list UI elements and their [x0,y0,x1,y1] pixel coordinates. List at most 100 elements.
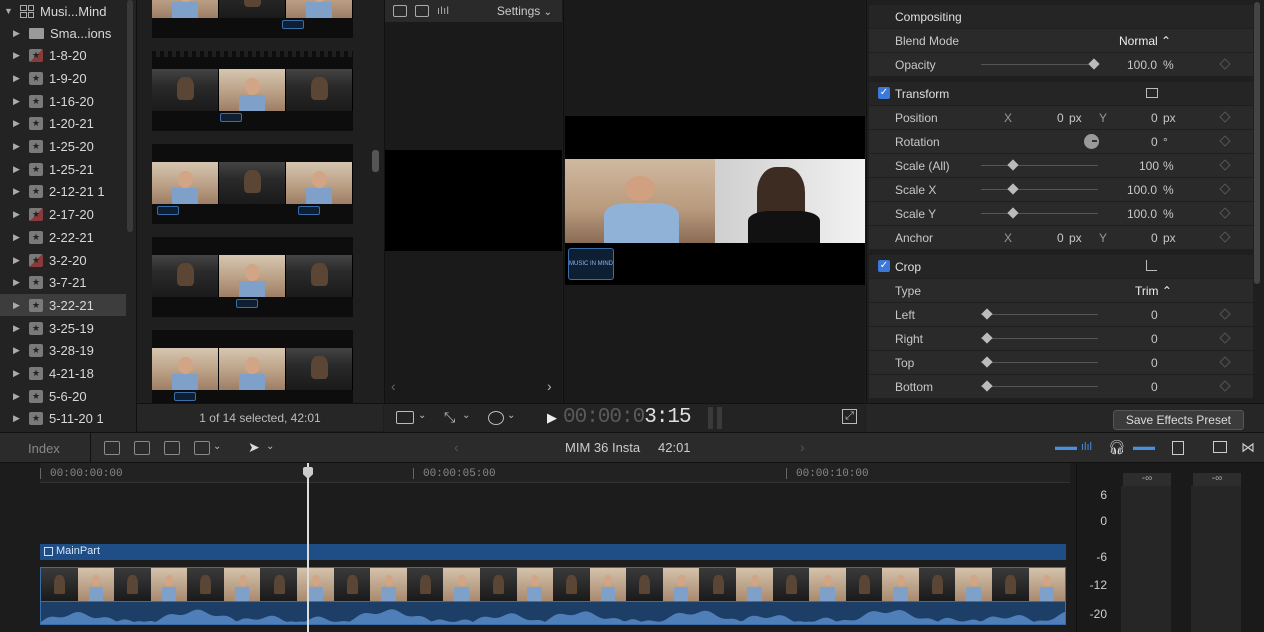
library-row[interactable]: ▼ Musi...Mind [0,0,126,22]
browser-clip[interactable] [152,0,353,38]
disclosure-closed-icon[interactable]: ▶ [13,345,23,356]
transform-tool-icon[interactable]: ⤡ [444,409,455,426]
disclosure-closed-icon[interactable]: ▶ [13,28,23,39]
disclosure-closed-icon[interactable]: ▶ [13,96,23,107]
sidebar-folder[interactable]: ▶ Sma...ions [0,22,126,44]
index-button[interactable]: Index [28,441,60,456]
crop-header[interactable]: ✓ Crop [869,255,1253,278]
crop-bottom-slider[interactable] [981,380,1098,392]
sidebar-event[interactable]: ▶ ★ 3-7-21 [0,272,126,294]
sidebar-event[interactable]: ▶ ★ 1-25-21 [0,158,126,180]
connect-clip-icon[interactable] [104,441,120,455]
keyframe-icon[interactable] [1219,135,1231,147]
crop-bottom-value[interactable]: 0 [1151,380,1158,394]
history-forward-icon[interactable]: › [800,439,805,455]
transform-onscreen-icon[interactable] [1146,88,1158,98]
crop-onscreen-icon[interactable] [1146,260,1157,271]
keyframe-icon[interactable] [1219,183,1231,195]
crop-left-slider[interactable] [981,308,1098,320]
sidebar-event[interactable]: ▶ ★ 3-22-21 [0,294,126,317]
snapping-icon[interactable]: ▬▬ [1133,441,1155,453]
keyframe-icon[interactable] [1219,111,1231,123]
browser-clip[interactable] [152,144,353,224]
disclosure-closed-icon[interactable]: ▶ [13,232,23,243]
slider-knob[interactable] [1007,159,1019,171]
viewer[interactable]: MUSIC IN MIND [563,0,865,403]
opacity-slider[interactable] [981,58,1100,70]
chevron-down-icon[interactable]: ⌄ [266,441,274,452]
scale-all-slider[interactable] [981,159,1098,171]
timeline[interactable]: 00:00:00:00 00:00:05:00 00:00:10:00 Main… [0,463,1076,632]
keyframe-icon[interactable] [1219,231,1231,243]
clip-appearance-icon[interactable] [1172,441,1184,455]
history-back-icon[interactable]: ‹ [454,439,459,455]
sidebar-event[interactable]: ▶ ★ 1-20-21 [0,113,126,135]
audio-waveform[interactable] [40,601,1066,625]
scale-x-value[interactable]: 100.0 [1127,183,1157,197]
compositing-header[interactable]: Compositing [869,5,1253,28]
video-frame[interactable] [565,159,865,243]
transform-checkbox[interactable]: ✓ [878,87,890,99]
scroll-right-icon[interactable]: › [547,378,552,394]
position-y-value[interactable]: 0 [1151,111,1158,125]
timeline-ruler[interactable]: 00:00:00:00 00:00:05:00 00:00:10:00 [40,463,1070,483]
film-icon[interactable] [415,5,429,17]
transform-header[interactable]: ✓ Transform [869,82,1253,105]
sidebar-event[interactable]: ▶ ★ 3-25-19 [0,317,126,339]
scale-all-value[interactable]: 100 [1139,159,1159,173]
position-x-value[interactable]: 0 [1057,111,1064,125]
play-icon[interactable]: ▶ [547,410,557,426]
slider-knob[interactable] [981,380,993,392]
disclosure-open-icon[interactable]: ▼ [4,6,14,16]
rotation-value[interactable]: 0 [1151,135,1158,149]
browser-clip[interactable] [152,330,353,410]
speed-gauge-icon[interactable] [488,411,504,425]
keyframe-icon[interactable] [1219,207,1231,219]
crop-type-popup[interactable]: Trim ⌃ [1135,284,1172,298]
disclosure-closed-icon[interactable]: ▶ [13,323,23,334]
chevron-down-icon[interactable]: ⌄ [213,441,221,452]
timeline-index-icon[interactable] [1213,441,1227,453]
slider-knob[interactable] [1007,207,1019,219]
sidebar-event[interactable]: ▶ ★ 4-21-18 [0,363,126,385]
disclosure-closed-icon[interactable]: ▶ [13,277,23,288]
chevron-down-icon[interactable]: ⌄ [462,410,470,421]
storyline-clip-bar[interactable]: MainPart [40,544,1066,560]
sidebar-scrollbar[interactable] [127,0,133,232]
audio-waveform-icon[interactable]: ılıl [1081,441,1092,453]
video-filmstrip[interactable] [40,567,1066,601]
rotation-dial[interactable] [1084,134,1099,149]
sidebar-event[interactable]: ▶ ★ 2-17-20 [0,204,126,226]
slider-knob[interactable] [981,308,993,320]
keyframe-icon[interactable] [1219,332,1231,344]
opacity-value[interactable]: 100.0 [1127,58,1157,72]
settings-dropdown[interactable]: Settings ⌄ [497,4,552,18]
anchor-x-value[interactable]: 0 [1057,231,1064,245]
sidebar-event[interactable]: ▶ ★ 1-16-20 [0,90,126,112]
timecode-display[interactable]: 00:00:03:15 [563,406,692,429]
crop-checkbox[interactable]: ✓ [878,260,890,272]
sidebar-event[interactable]: ▶ ★ 1-8-20 [0,45,126,67]
photo-browser-icon[interactable] [393,5,407,17]
transitions-browser-icon[interactable]: ⋈ [1241,439,1255,456]
keyframe-icon[interactable] [1219,308,1231,320]
crop-left-value[interactable]: 0 [1151,308,1158,322]
slider-knob[interactable] [981,356,993,368]
overwrite-clip-icon[interactable] [194,441,210,455]
browser-clip[interactable] [152,51,353,131]
append-clip-icon[interactable] [164,441,180,455]
disclosure-closed-icon[interactable]: ▶ [13,209,23,220]
browser-scrollbar[interactable] [372,150,379,172]
fullscreen-icon[interactable]: ⤢ [842,409,857,424]
disclosure-closed-icon[interactable]: ▶ [13,368,23,379]
sidebar-event[interactable]: ▶ ★ 5-6-20 [0,385,126,407]
chevron-down-icon[interactable]: ⌄ [507,410,515,421]
sidebar-event[interactable]: ▶ ★ 5-11-20 1 [0,408,126,430]
keyframe-icon[interactable] [1219,356,1231,368]
headphones-icon[interactable]: 🎧︎ [1108,439,1126,456]
disclosure-closed-icon[interactable]: ▶ [13,186,23,197]
crop-right-value[interactable]: 0 [1151,332,1158,346]
disclosure-closed-icon[interactable]: ▶ [13,141,23,152]
disclosure-closed-icon[interactable]: ▶ [13,50,23,61]
scale-y-value[interactable]: 100.0 [1127,207,1157,221]
